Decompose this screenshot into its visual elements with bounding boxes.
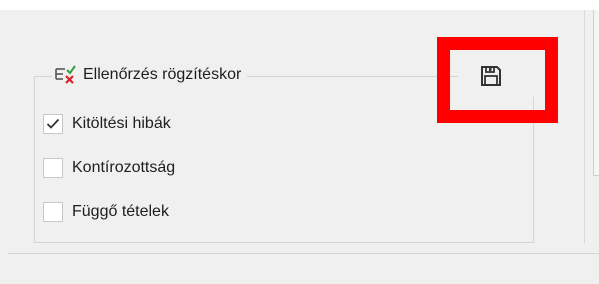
option-fuggo-tetelek[interactable]: Függő tételek [43, 200, 175, 223]
checkbox-unchecked[interactable] [43, 201, 63, 222]
group-title: Ellenőrzés rögzítéskor [83, 66, 242, 83]
checkbox-checked[interactable] [43, 113, 63, 134]
right-panel-inner [593, 10, 599, 176]
option-label: Kontírozottság [72, 158, 176, 176]
top-strip [0, 0, 599, 10]
option-list: Kitöltési hibák Kontírozottság Függő tét… [43, 112, 175, 244]
option-kontirozottsag[interactable]: Kontírozottság [43, 156, 175, 179]
bottom-divider [8, 253, 599, 254]
option-label: Kitöltési hibák [72, 114, 171, 132]
red-highlight-box [437, 37, 558, 123]
group-header: Ellenőrzés rögzítéskor [52, 62, 248, 88]
option-kitoltesi-hibak[interactable]: Kitöltési hibák [43, 112, 175, 135]
right-panel-edge [584, 10, 599, 243]
option-label: Függő tételek [72, 202, 169, 220]
checklist-error-icon [55, 65, 77, 85]
checkbox-unchecked[interactable] [43, 157, 63, 178]
